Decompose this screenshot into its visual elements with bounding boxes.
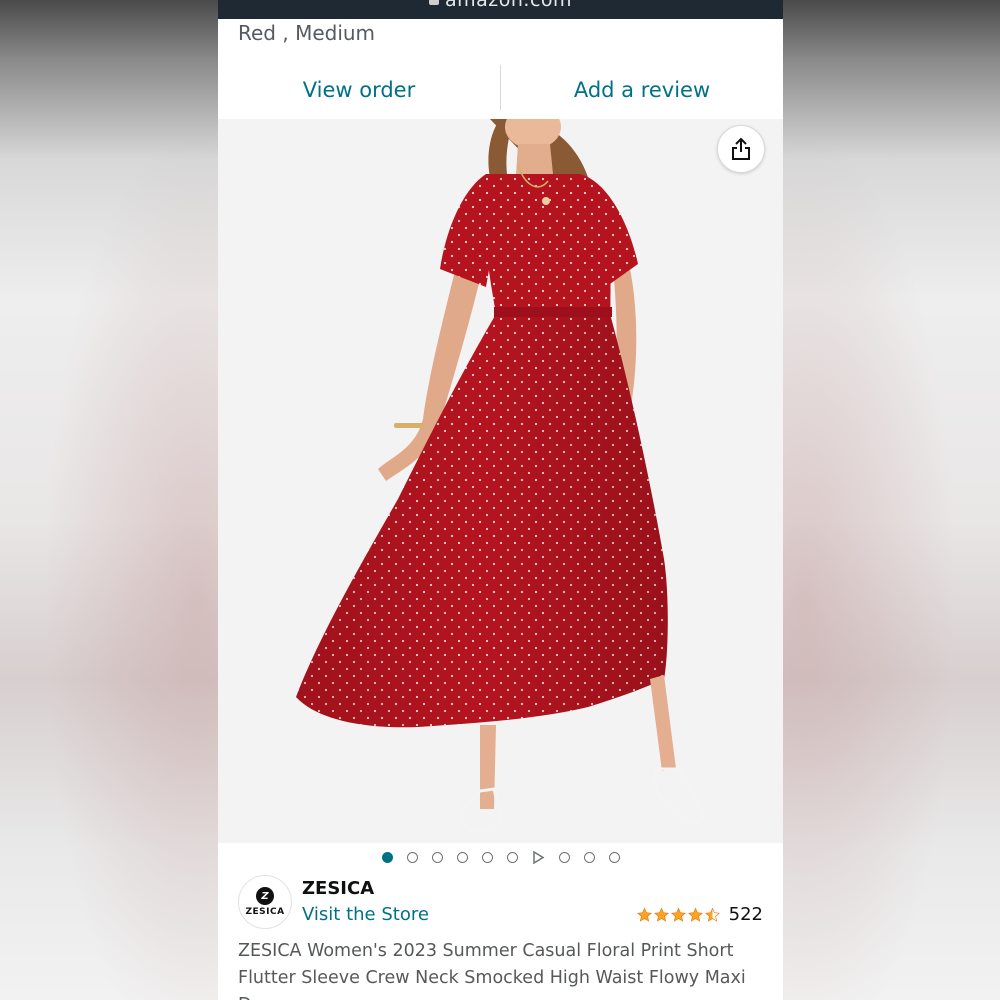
carousel-dot[interactable] <box>481 851 493 863</box>
browser-url-bar[interactable]: amazon.com <box>218 0 783 19</box>
play-icon[interactable] <box>532 850 545 864</box>
brand-name: ZESICA <box>302 878 375 899</box>
product-image[interactable] <box>218 119 783 843</box>
carousel-dot[interactable] <box>558 851 570 863</box>
view-order-button[interactable]: View order <box>218 62 500 118</box>
add-review-button[interactable]: Add a review <box>501 62 783 118</box>
order-actions: View order Add a review <box>218 62 783 118</box>
lock-icon <box>428 0 439 5</box>
url-display[interactable]: amazon.com <box>218 0 783 11</box>
star-icon <box>636 907 652 922</box>
background-right <box>782 0 1000 1000</box>
brand-logo-text: ZESICA <box>245 907 285 917</box>
url-text: amazon.com <box>444 0 573 11</box>
star-icon <box>687 907 703 922</box>
carousel-dot[interactable] <box>406 851 418 863</box>
star-rating <box>636 907 721 923</box>
carousel-dot[interactable] <box>431 851 443 863</box>
share-button[interactable] <box>717 125 765 173</box>
carousel-dot[interactable] <box>381 851 393 863</box>
product-title[interactable]: ZESICA Women's 2023 Summer Casual Floral… <box>238 938 763 1000</box>
carousel-dot[interactable] <box>583 851 595 863</box>
star-icon <box>670 907 686 922</box>
phone-screen: amazon.com Red , Medium View order Add a… <box>218 0 783 1000</box>
review-count: 522 <box>728 904 763 925</box>
order-variant: Red , Medium <box>238 21 376 45</box>
brand-logo-mark-icon: Z <box>256 887 274 905</box>
carousel-dot[interactable] <box>456 851 468 863</box>
carousel-dot[interactable] <box>608 851 620 863</box>
dress-illustration <box>296 119 705 833</box>
rating-summary[interactable]: 522 <box>636 904 763 925</box>
visit-store-link[interactable]: Visit the Store <box>302 904 429 925</box>
background-left <box>0 0 218 1000</box>
image-carousel-dots <box>218 848 783 866</box>
brand-logo[interactable]: Z ZESICA <box>238 875 292 929</box>
share-icon <box>732 137 750 160</box>
carousel-dot[interactable] <box>506 851 518 863</box>
star-half-icon <box>704 907 720 922</box>
star-icon <box>653 907 669 922</box>
